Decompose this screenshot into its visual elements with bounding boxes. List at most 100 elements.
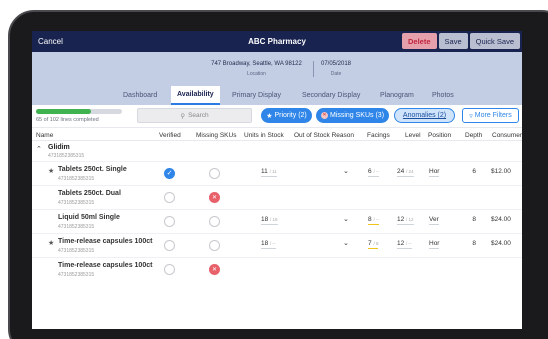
col-depth[interactable]: Depth [465, 132, 482, 139]
product-name: Liquid 50ml Single [58, 214, 120, 221]
tab-dashboard[interactable]: Dashboard [123, 92, 157, 99]
progress-label: 65 of 102 lines completed [36, 117, 99, 123]
level-field[interactable]: 12 / -- [397, 240, 412, 249]
verified-checkbox[interactable] [164, 264, 175, 275]
table-row[interactable]: Tablets 250ct. Dual 4731852385315 ✕ [32, 185, 522, 209]
tab-photos[interactable]: Photos [432, 92, 454, 99]
col-missing-skus[interactable]: Missing SKUs [196, 132, 236, 139]
priority-label: Priority (2) [274, 112, 307, 119]
top-bar: Cancel ABC Pharmacy Delete Save Quick Sa… [32, 31, 522, 52]
missing-label: Missing SKUs (3) [329, 112, 385, 119]
units-in-stock-field[interactable]: 11 / 11 [261, 168, 277, 177]
search-input[interactable]: ⚲ Search [137, 108, 252, 123]
missing-sku-toggle[interactable]: ✕ [209, 192, 220, 203]
consumer-price: $24.00 [491, 216, 511, 223]
tab-primary-display[interactable]: Primary Display [232, 92, 281, 99]
search-icon: ⚲ [180, 112, 186, 120]
depth-field[interactable]: 8 [464, 216, 476, 223]
facings-field[interactable]: 7 / 8 [368, 240, 379, 249]
save-button[interactable]: Save [438, 33, 468, 49]
position-field[interactable]: Hor [429, 240, 440, 249]
tab-availability[interactable]: Availability [171, 86, 220, 105]
table-body: ★ Tablets 250ct. Single 4731852385315 ✓ 11 /… [32, 161, 522, 281]
location-label: Location [247, 71, 266, 77]
product-group[interactable]: ⌃ Glidim 4731852385315 [32, 141, 522, 161]
group-sku: 4731852385315 [48, 153, 85, 159]
delete-button[interactable]: Delete [402, 33, 437, 49]
table-header: Name Verified Missing SKUs Units in Stoc… [32, 127, 522, 141]
date-value: 07/05/2018 [320, 61, 352, 67]
col-position[interactable]: Position [428, 132, 451, 139]
priority-filter[interactable]: ★ Priority (2) [261, 108, 312, 123]
consumer-price: $24.00 [491, 240, 511, 247]
location-block: 747 Broadway, Seattle, WA 98122 Location [204, 61, 309, 77]
visit-info: 747 Broadway, Seattle, WA 98122 Location… [32, 52, 522, 86]
table-row[interactable]: ★ Tablets 250ct. Single 4731852385315 ✓ 11 /… [32, 161, 522, 185]
table-row[interactable]: Liquid 50ml Single 4731852385315 18 / 18 ⌄ 8… [32, 209, 522, 233]
product-sku: 4731852385315 [58, 224, 95, 230]
anomalies-label: Anomalies (2) [402, 112, 447, 119]
missing-sku-toggle[interactable]: ✕ [209, 264, 220, 275]
col-verified[interactable]: Verified [159, 132, 181, 139]
product-sku: 4731852385315 [58, 248, 95, 254]
verified-checkbox[interactable] [164, 216, 175, 227]
cancel-button[interactable]: Cancel [38, 37, 63, 46]
progress-bar [36, 109, 122, 114]
verified-checkbox[interactable]: ✓ [164, 168, 175, 179]
depth-field[interactable]: 8 [464, 240, 476, 247]
col-facings[interactable]: Facings [367, 132, 390, 139]
date-label: Date [330, 71, 342, 77]
location-value: 747 Broadway, Seattle, WA 98122 [211, 61, 302, 67]
tab-secondary-display[interactable]: Secondary Display [302, 92, 360, 99]
quick-save-button[interactable]: Quick Save [469, 33, 520, 49]
group-name: Glidim [48, 144, 70, 151]
date-block: 07/05/2018 Date [316, 61, 356, 77]
level-field[interactable]: 24 / 24 [397, 168, 414, 177]
col-consumer[interactable]: Consumer [492, 132, 522, 139]
units-in-stock-field[interactable]: 18 / -- [261, 240, 276, 249]
table-row[interactable]: Time-release capsules 100ct 4731852385315… [32, 257, 522, 281]
chevron-down-icon[interactable]: ⌄ [343, 215, 349, 223]
verified-checkbox[interactable] [164, 240, 175, 251]
product-sku: 4731852385315 [58, 272, 95, 278]
verified-checkbox[interactable] [164, 192, 175, 203]
chevron-up-icon[interactable]: ⌃ [36, 145, 42, 153]
star-icon: ★ [48, 168, 55, 175]
missing-sku-toggle[interactable] [209, 168, 220, 179]
anomalies-filter[interactable]: Anomalies (2) [394, 108, 455, 123]
missing-skus-filter[interactable]: ✕ Missing SKUs (3) [316, 108, 389, 123]
level-field[interactable]: 12 / 12 [397, 216, 414, 225]
progress-fill [36, 109, 91, 114]
consumer-price: $12.00 [491, 168, 511, 175]
product-name: Time-release capsules 100ct [58, 238, 153, 245]
missing-sku-toggle[interactable] [209, 216, 220, 227]
info-divider [313, 61, 314, 77]
search-placeholder: Search [188, 112, 209, 119]
more-filters-label: More Filters [474, 112, 512, 119]
tab-planogram[interactable]: Planogram [380, 92, 414, 99]
position-field[interactable]: Hor [429, 168, 440, 177]
tab-bar: Dashboard Availability Primary Display S… [32, 86, 522, 105]
table-row[interactable]: ★ Time-release capsules 100ct 473185238531… [32, 233, 522, 257]
col-level[interactable]: Level [405, 132, 421, 139]
filter-toolbar: 65 of 102 lines completed ⚲ Search ★ Pri… [32, 105, 522, 127]
close-icon: ✕ [320, 112, 328, 119]
col-units-in-stock[interactable]: Units in Stock [244, 132, 284, 139]
facings-field[interactable]: 6 / -- [368, 168, 379, 177]
units-in-stock-field[interactable]: 18 / 18 [261, 216, 278, 225]
product-sku: 4731852385315 [58, 200, 95, 206]
star-icon: ★ [266, 112, 275, 120]
chevron-down-icon[interactable]: ⌄ [343, 239, 349, 247]
chevron-down-icon[interactable]: ⌄ [343, 167, 349, 175]
col-out-of-stock-reason[interactable]: Out of Stock Reason [294, 132, 354, 139]
position-field[interactable]: Ver [429, 216, 439, 225]
star-icon: ★ [48, 240, 55, 247]
facings-field[interactable]: 8 / -- [368, 216, 379, 225]
col-name[interactable]: Name [36, 132, 53, 139]
more-filters-button[interactable]: ▿ More Filters [462, 108, 519, 123]
depth-field[interactable]: 6 [464, 168, 476, 175]
app-screen: Cancel ABC Pharmacy Delete Save Quick Sa… [32, 31, 522, 329]
product-name: Tablets 250ct. Single [58, 166, 127, 173]
missing-sku-toggle[interactable] [209, 240, 220, 251]
header-actions: Delete Save Quick Save [402, 33, 520, 49]
